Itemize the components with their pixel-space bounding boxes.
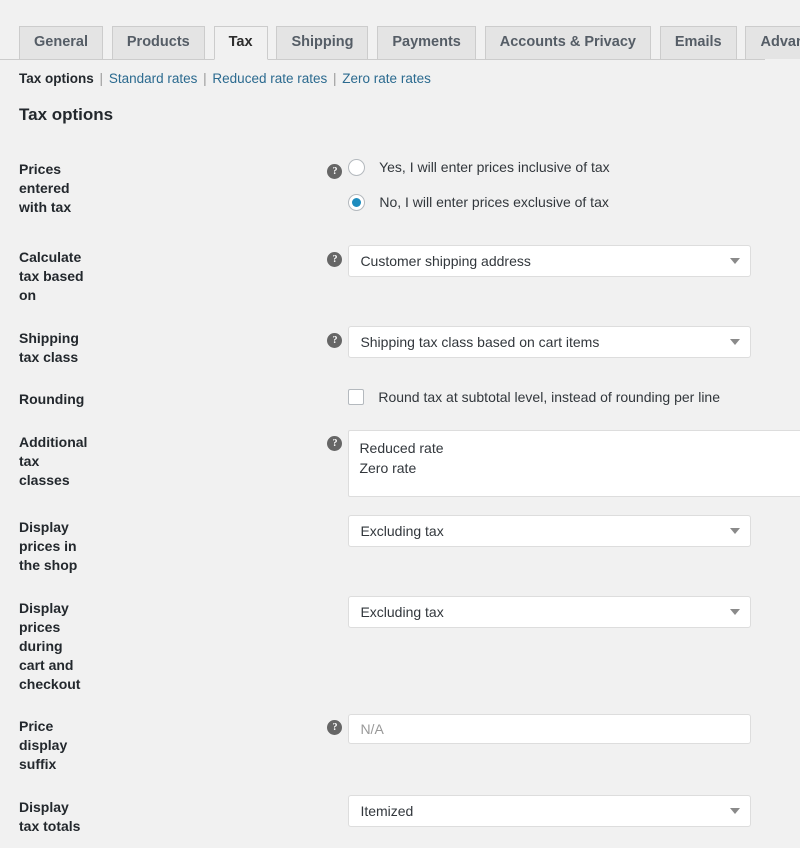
label-additional-tax-classes: Additional tax classes bbox=[19, 434, 88, 489]
select-display-tax-totals[interactable]: Itemized bbox=[348, 795, 752, 828]
tab-products[interactable]: Products bbox=[111, 26, 205, 59]
subnav-separator-2: | bbox=[203, 71, 207, 86]
tab-accounts-privacy[interactable]: Accounts & Privacy bbox=[484, 26, 651, 59]
subnav-separator-3: | bbox=[333, 71, 337, 86]
tax-options-form: Prices entered with tax ? Yes, I will en… bbox=[0, 148, 800, 848]
row-prices-entered-with-tax: Prices entered with tax ? Yes, I will en… bbox=[0, 148, 800, 236]
checkbox-option-rounding[interactable]: Round tax at subtotal level, instead of … bbox=[348, 387, 800, 407]
control-display-tax-totals: Itemized bbox=[97, 795, 800, 828]
row-display-tax-totals: Display tax totals Itemized bbox=[0, 786, 800, 848]
label-price-display-suffix: Price display suffix bbox=[19, 718, 68, 773]
select-display-prices-in-the-shop[interactable]: Excluding tax bbox=[348, 515, 752, 548]
page-title: Tax options bbox=[19, 105, 114, 124]
control-additional-tax-classes: Reduced rate Zero rate bbox=[97, 430, 800, 498]
field-price-display-suffix: ? bbox=[97, 705, 800, 786]
row-shipping-tax-class: Shipping tax class ? Shipping tax class … bbox=[0, 317, 800, 379]
field-display-prices-during-cart-and-checkout: Excluding tax bbox=[97, 587, 800, 705]
control-price-display-suffix bbox=[97, 714, 800, 745]
subnav-item-zero-rate-rates[interactable]: Zero rate rates bbox=[342, 71, 431, 86]
tab-payments[interactable]: Payments bbox=[377, 26, 476, 59]
radio-option-inclusive[interactable]: Yes, I will enter prices inclusive of ta… bbox=[348, 157, 800, 192]
label-prices-entered-with-tax: Prices entered with tax bbox=[19, 161, 72, 215]
control-calculate-tax-based-on: Customer shipping address bbox=[97, 245, 800, 277]
subnav-item-reduced-rate-rates[interactable]: Reduced rate rates bbox=[212, 71, 327, 86]
radio-icon-exclusive[interactable] bbox=[348, 194, 366, 211]
control-display-prices-in-the-shop: Excluding tax bbox=[97, 515, 800, 548]
row-display-prices-in-the-shop: Display prices in the shop Excluding tax bbox=[0, 506, 800, 587]
field-rounding: Round tax at subtotal level, instead of … bbox=[97, 378, 800, 421]
tab-tax[interactable]: Tax bbox=[213, 26, 268, 60]
radio-icon-inclusive[interactable] bbox=[348, 159, 366, 176]
select-holder-display-tax-totals: Itemized bbox=[348, 795, 752, 828]
row-additional-tax-classes: Additional tax classes ? Reduced rate Ze… bbox=[0, 421, 800, 506]
checkbox-icon-rounding[interactable] bbox=[348, 389, 365, 406]
field-shipping-tax-class: ? Shipping tax class based on cart items bbox=[97, 317, 800, 379]
select-shipping-tax-class[interactable]: Shipping tax class based on cart items bbox=[348, 325, 752, 358]
tab-shipping[interactable]: Shipping bbox=[276, 26, 369, 59]
control-rounding: Round tax at subtotal level, instead of … bbox=[97, 387, 800, 407]
field-calculate-tax-based-on: ? Customer shipping address bbox=[97, 236, 800, 317]
row-calculate-tax-based-on: Calculate tax based on ? Customer shippi… bbox=[0, 236, 800, 317]
tax-subnav: Tax options | Standard rates | Reduced r… bbox=[19, 70, 431, 88]
field-display-tax-totals: Itemized bbox=[97, 786, 800, 848]
select-display-prices-during-cart-and-checkout[interactable]: Excluding tax bbox=[348, 596, 752, 629]
row-rounding: Rounding Round tax at subtotal level, in… bbox=[0, 378, 800, 421]
control-display-prices-during-cart-and-checkout: Excluding tax bbox=[97, 596, 800, 629]
select-holder-shipping-tax-class: Shipping tax class based on cart items bbox=[348, 325, 752, 358]
radio-label-inclusive: Yes, I will enter prices inclusive of ta… bbox=[379, 159, 610, 175]
subnav-item-standard-rates[interactable]: Standard rates bbox=[109, 71, 198, 86]
control-shipping-tax-class: Shipping tax class based on cart items bbox=[97, 325, 800, 358]
row-display-prices-during-cart-and-checkout: Display prices during cart and checkout … bbox=[0, 587, 800, 705]
textarea-additional-tax-classes[interactable]: Reduced rate Zero rate bbox=[348, 430, 800, 498]
subnav-item-tax-options[interactable]: Tax options bbox=[19, 71, 94, 86]
label-rounding: Rounding bbox=[19, 391, 85, 408]
settings-tab-bar: General Products Tax Shipping Payments A… bbox=[0, 26, 800, 60]
select-holder-calculate-tax-based-on: Customer shipping address bbox=[348, 245, 752, 277]
row-price-display-suffix: Price display suffix ? bbox=[0, 705, 800, 786]
label-display-prices-during-cart-and-checkout: Display prices during cart and checkout bbox=[19, 600, 81, 692]
select-calculate-tax-based-on[interactable]: Customer shipping address bbox=[348, 245, 752, 277]
radio-option-exclusive[interactable]: No, I will enter prices exclusive of tax bbox=[348, 192, 800, 227]
field-display-prices-in-the-shop: Excluding tax bbox=[97, 506, 800, 587]
label-shipping-tax-class: Shipping tax class bbox=[19, 329, 79, 365]
radio-label-exclusive: No, I will enter prices exclusive of tax bbox=[379, 194, 609, 210]
select-holder-display-prices-in-the-shop: Excluding tax bbox=[348, 515, 752, 548]
field-additional-tax-classes: ? Reduced rate Zero rate bbox=[97, 421, 800, 506]
select-holder-display-prices-during-cart-and-checkout: Excluding tax bbox=[348, 596, 752, 629]
tab-advanced[interactable]: Advanced bbox=[745, 26, 800, 59]
tab-general[interactable]: General bbox=[19, 26, 103, 59]
field-prices-entered-with-tax: ? Yes, I will enter prices inclusive of … bbox=[97, 148, 800, 236]
label-calculate-tax-based-on: Calculate tax based on bbox=[19, 249, 84, 303]
label-display-prices-in-the-shop: Display prices in the shop bbox=[19, 519, 78, 574]
label-display-tax-totals: Display tax totals bbox=[19, 799, 81, 835]
input-price-display-suffix[interactable] bbox=[348, 714, 752, 745]
checkbox-label-rounding: Round tax at subtotal level, instead of … bbox=[378, 389, 720, 406]
tab-emails[interactable]: Emails bbox=[659, 26, 737, 59]
radio-group-prices-entered-with-tax: Yes, I will enter prices inclusive of ta… bbox=[97, 157, 800, 227]
subnav-separator-1: | bbox=[99, 71, 104, 86]
